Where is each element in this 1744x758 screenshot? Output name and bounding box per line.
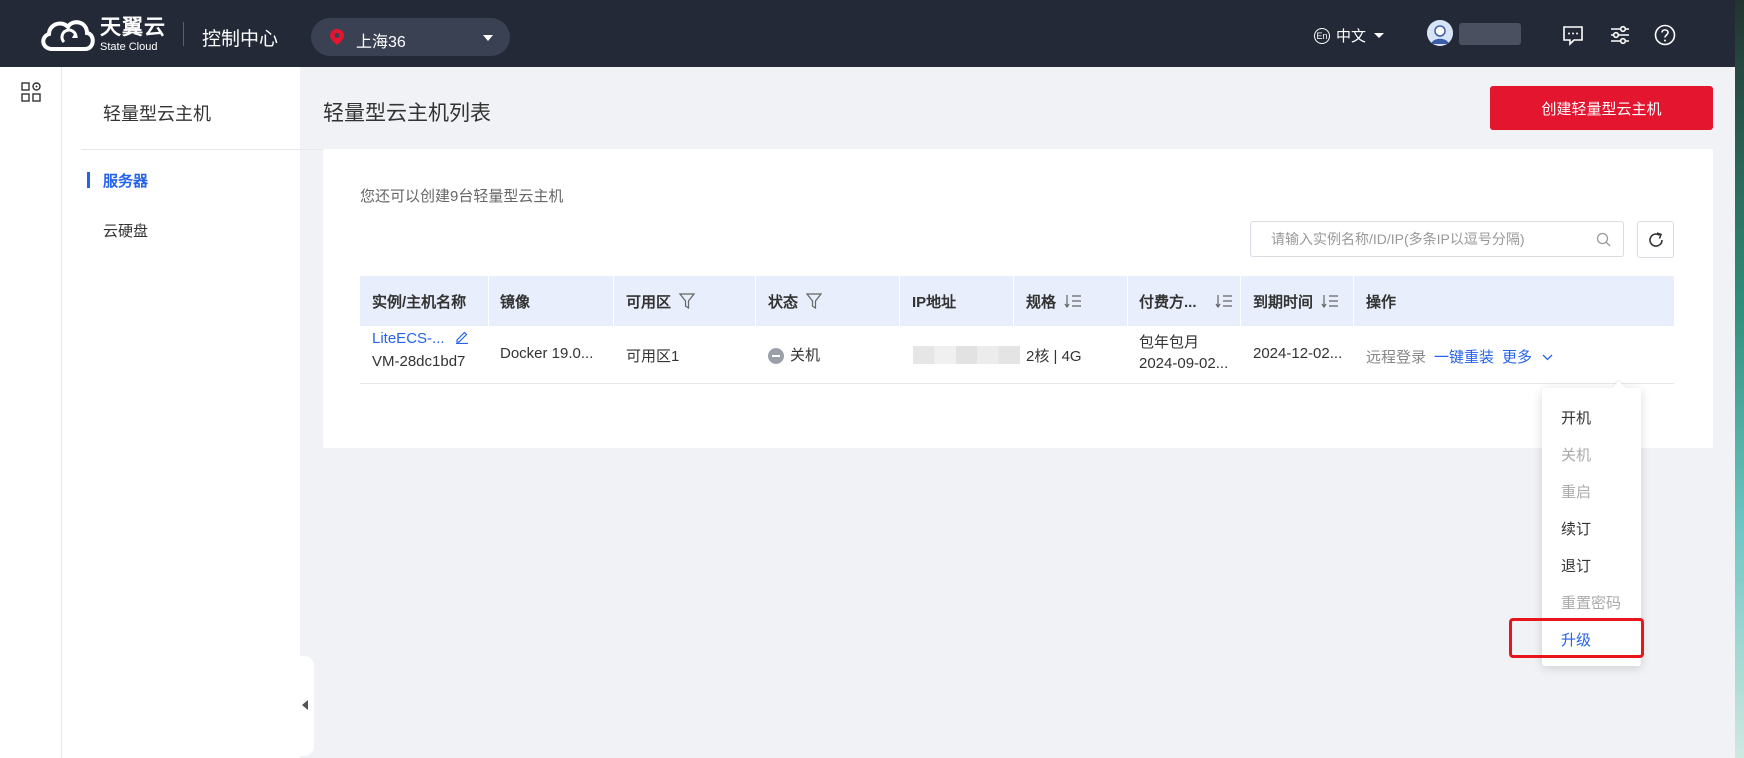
spec-cell: 2核 | 4G (1026, 348, 1082, 365)
billing-type: 包年包月 (1139, 334, 1200, 351)
collapse-sidebar-button[interactable] (292, 656, 314, 756)
menu-item-stop[interactable]: 关机 (1561, 444, 1591, 465)
help-icon[interactable] (1654, 24, 1676, 46)
apps-grid-icon[interactable] (21, 82, 41, 102)
column-header-name: 实例/主机名称 (372, 293, 467, 311)
chevron-down-icon (483, 35, 493, 41)
reinstall-link[interactable]: 一键重装 (1434, 346, 1494, 367)
top-bar: 天翼云 State Cloud 控制中心 上海36 En 中文 (0, 0, 1744, 67)
desktop-background-strip (1735, 0, 1744, 758)
chevron-down-icon (1542, 354, 1553, 361)
remote-login-link[interactable]: 远程登录 (1366, 346, 1426, 367)
region-name: 上海36 (356, 34, 406, 51)
brand-name-en: State Cloud (100, 41, 158, 53)
region-selector[interactable]: 上海36 (311, 18, 510, 56)
host-name: VM-28dc1bd7 (372, 353, 466, 370)
billing-date: 2024-09-02... (1139, 355, 1229, 372)
avatar[interactable] (1427, 20, 1453, 46)
menu-item-reset-password[interactable]: 重置密码 (1561, 592, 1621, 613)
language-switcher[interactable]: En 中文 (1314, 25, 1385, 46)
caret-left-icon (302, 700, 308, 710)
menu-item-renew[interactable]: 续订 (1561, 518, 1591, 539)
column-header-ip: IP地址 (912, 293, 957, 311)
sidebar-divider (81, 149, 343, 150)
sort-icon[interactable] (1215, 294, 1233, 308)
sort-icon[interactable] (1321, 294, 1339, 308)
image-cell: Docker 19.0... (500, 345, 594, 362)
column-header-image: 镜像 (500, 293, 531, 311)
filter-icon[interactable] (679, 293, 696, 309)
expire-cell: 2024-12-02... (1253, 345, 1343, 362)
location-pin-icon (330, 29, 344, 45)
brand-logo[interactable]: 天翼云 State Cloud (38, 15, 166, 55)
sidebar-item-servers[interactable]: 服务器 (103, 170, 148, 191)
brand-name-cn: 天翼云 (100, 16, 166, 39)
create-instance-button[interactable]: 创建轻量型云主机 (1490, 86, 1713, 130)
zone-cell: 可用区1 (626, 348, 680, 365)
language-label: 中文 (1336, 28, 1367, 45)
column-header-billing[interactable]: 付费方... (1139, 276, 1233, 326)
console-title[interactable]: 控制中心 (202, 24, 278, 51)
user-avatar-icon (1427, 20, 1453, 46)
refresh-icon (1649, 232, 1663, 247)
search-input[interactable] (1269, 230, 1593, 248)
column-header-expire[interactable]: 到期时间 (1253, 276, 1339, 326)
search-icon[interactable] (1596, 232, 1611, 247)
language-icon: En (1314, 27, 1330, 44)
edit-pencil-icon[interactable] (455, 330, 469, 345)
menu-item-unsubscribe[interactable]: 退订 (1561, 555, 1591, 576)
table-header: 实例/主机名称 镜像 可用区 状态 IP地址 规格 付费方... 到期时间 操作 (360, 276, 1674, 326)
quota-text: 您还可以创建9台轻量型云主机 (360, 188, 564, 205)
search-box (1250, 221, 1624, 257)
ip-address-redacted (913, 346, 1020, 364)
page-title: 轻量型云主机列表 (323, 102, 491, 125)
chevron-down-icon (1374, 33, 1385, 38)
active-indicator (87, 172, 90, 188)
column-header-actions: 操作 (1366, 293, 1397, 311)
sidebar-title: 轻量型云主机 (103, 104, 211, 124)
table-row: LiteECS-... VM-28dc1bd7 Docker 19.0... 可… (360, 326, 1674, 384)
status-badge: 关机 (768, 344, 820, 365)
settings-sliders-icon[interactable] (1609, 24, 1631, 46)
username-redacted[interactable] (1459, 23, 1521, 45)
product-sidebar: 轻量型云主机 服务器 云硬盘 (62, 67, 343, 758)
cloud-logo-icon (41, 20, 95, 51)
filter-icon[interactable] (806, 293, 823, 309)
app-rail (0, 67, 62, 758)
upgrade-highlight-box (1509, 618, 1644, 658)
header-divider (183, 22, 184, 46)
message-icon[interactable] (1562, 24, 1584, 46)
instance-name-link[interactable]: LiteECS-... (372, 330, 469, 347)
menu-item-restart[interactable]: 重启 (1561, 481, 1591, 502)
instance-list-card: 您还可以创建9台轻量型云主机 实例/主机名称 镜像 可用区 状态 IP地址 规格 (323, 149, 1713, 448)
refresh-button[interactable] (1637, 221, 1674, 258)
more-actions-link[interactable]: 更多 (1502, 346, 1553, 367)
column-header-spec[interactable]: 规格 (1026, 276, 1082, 326)
stopped-status-icon (768, 348, 784, 365)
column-header-zone[interactable]: 可用区 (626, 276, 696, 326)
sort-icon[interactable] (1064, 294, 1082, 308)
column-header-status[interactable]: 状态 (768, 276, 823, 326)
sidebar-item-disks[interactable]: 云硬盘 (103, 220, 148, 241)
menu-item-start[interactable]: 开机 (1561, 407, 1591, 428)
